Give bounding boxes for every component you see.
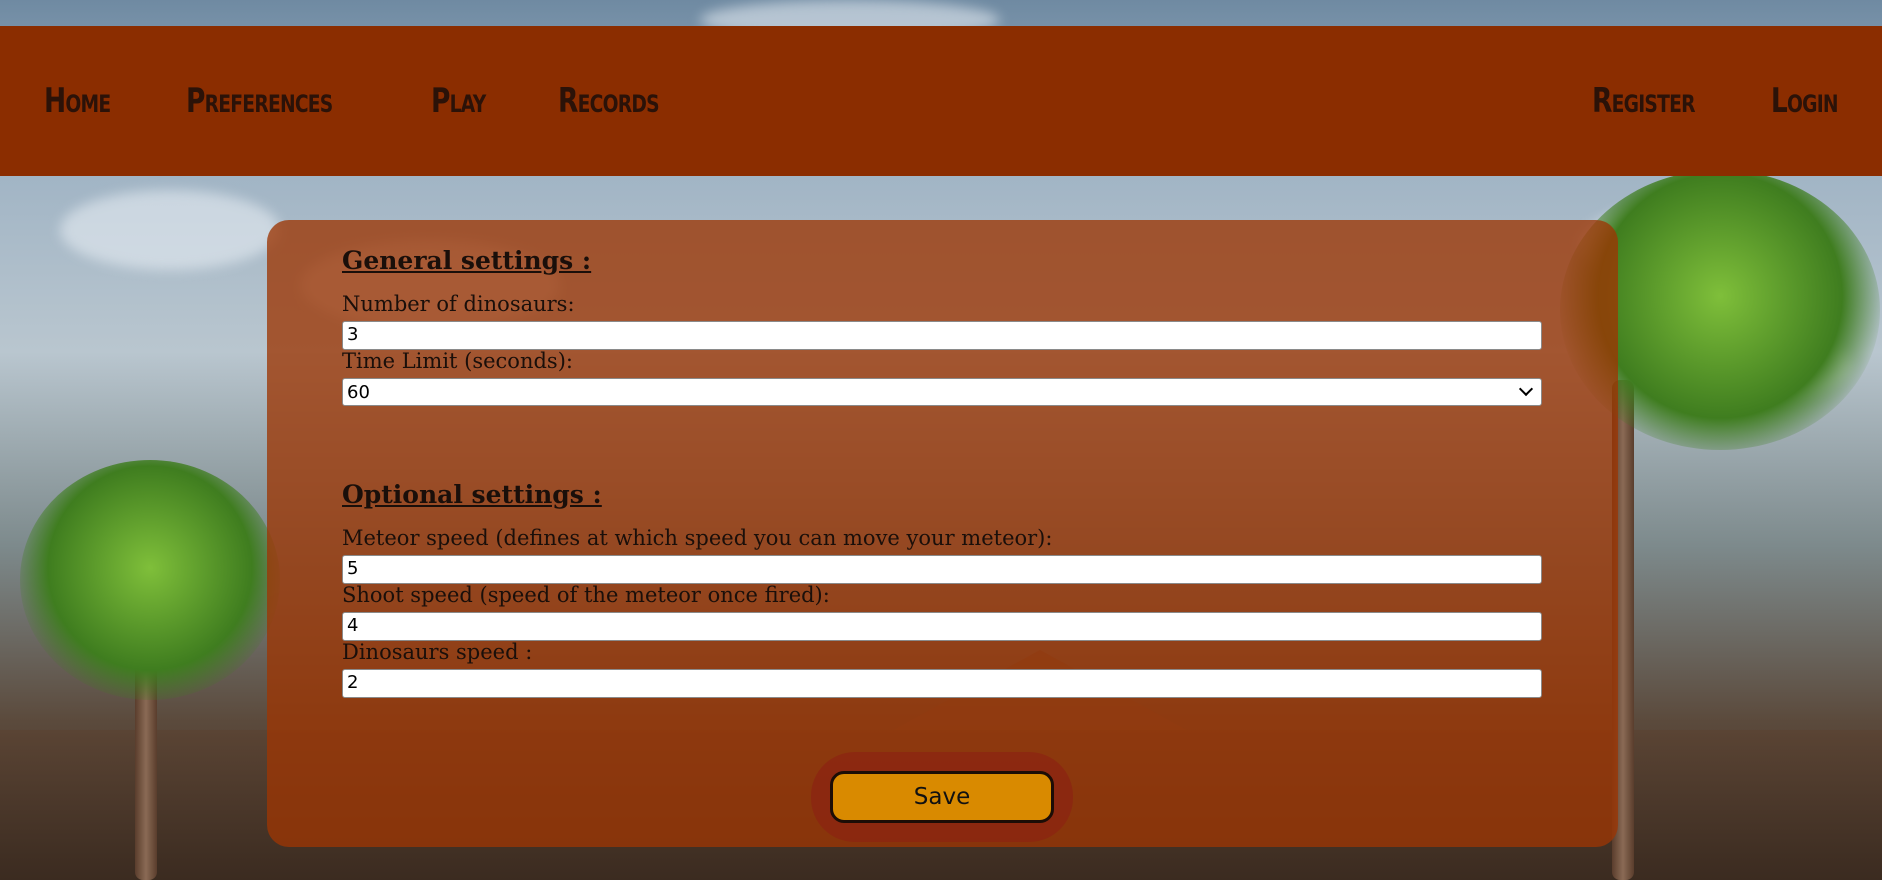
nav-play-link[interactable]: Play [431,81,486,121]
top-navbar: Home Preferences Play Records Register L… [0,26,1882,176]
nav-home-link[interactable]: Home [44,81,111,121]
time-limit-select[interactable]: 60 [342,378,1542,406]
dinosaurs-speed-label: Dinosaurs speed : [342,640,533,664]
optional-settings-title: Optional settings : [342,480,602,509]
nav-right-group: Register Login [1563,81,1838,121]
nav-records-link[interactable]: Records [558,81,660,121]
dinosaurs-speed-input[interactable]: 2 [342,669,1542,698]
nav-left-group: Home Preferences Play Records [44,81,687,121]
dinosaurs-count-label: Number of dinosaurs: [342,292,575,316]
meteor-speed-input[interactable]: 5 [342,555,1542,584]
save-button[interactable]: Save [830,771,1054,823]
general-settings-title: General settings : [342,246,592,275]
preferences-panel: General settings : Number of dinosaurs: … [267,220,1618,847]
nav-preferences-link[interactable]: Preferences [186,81,333,121]
shoot-speed-label: Shoot speed (speed of the meteor once fi… [342,583,830,607]
meteor-speed-label: Meteor speed (defines at which speed you… [342,526,1053,550]
time-limit-label: Time Limit (seconds): [342,349,573,373]
chevron-down-icon [1518,381,1534,397]
nav-login-link[interactable]: Login [1771,81,1839,121]
dinosaurs-count-input[interactable]: 3 [342,321,1542,350]
time-limit-selected-value: 60 [347,381,370,403]
shoot-speed-input[interactable]: 4 [342,612,1542,641]
nav-register-link[interactable]: Register [1592,81,1696,121]
